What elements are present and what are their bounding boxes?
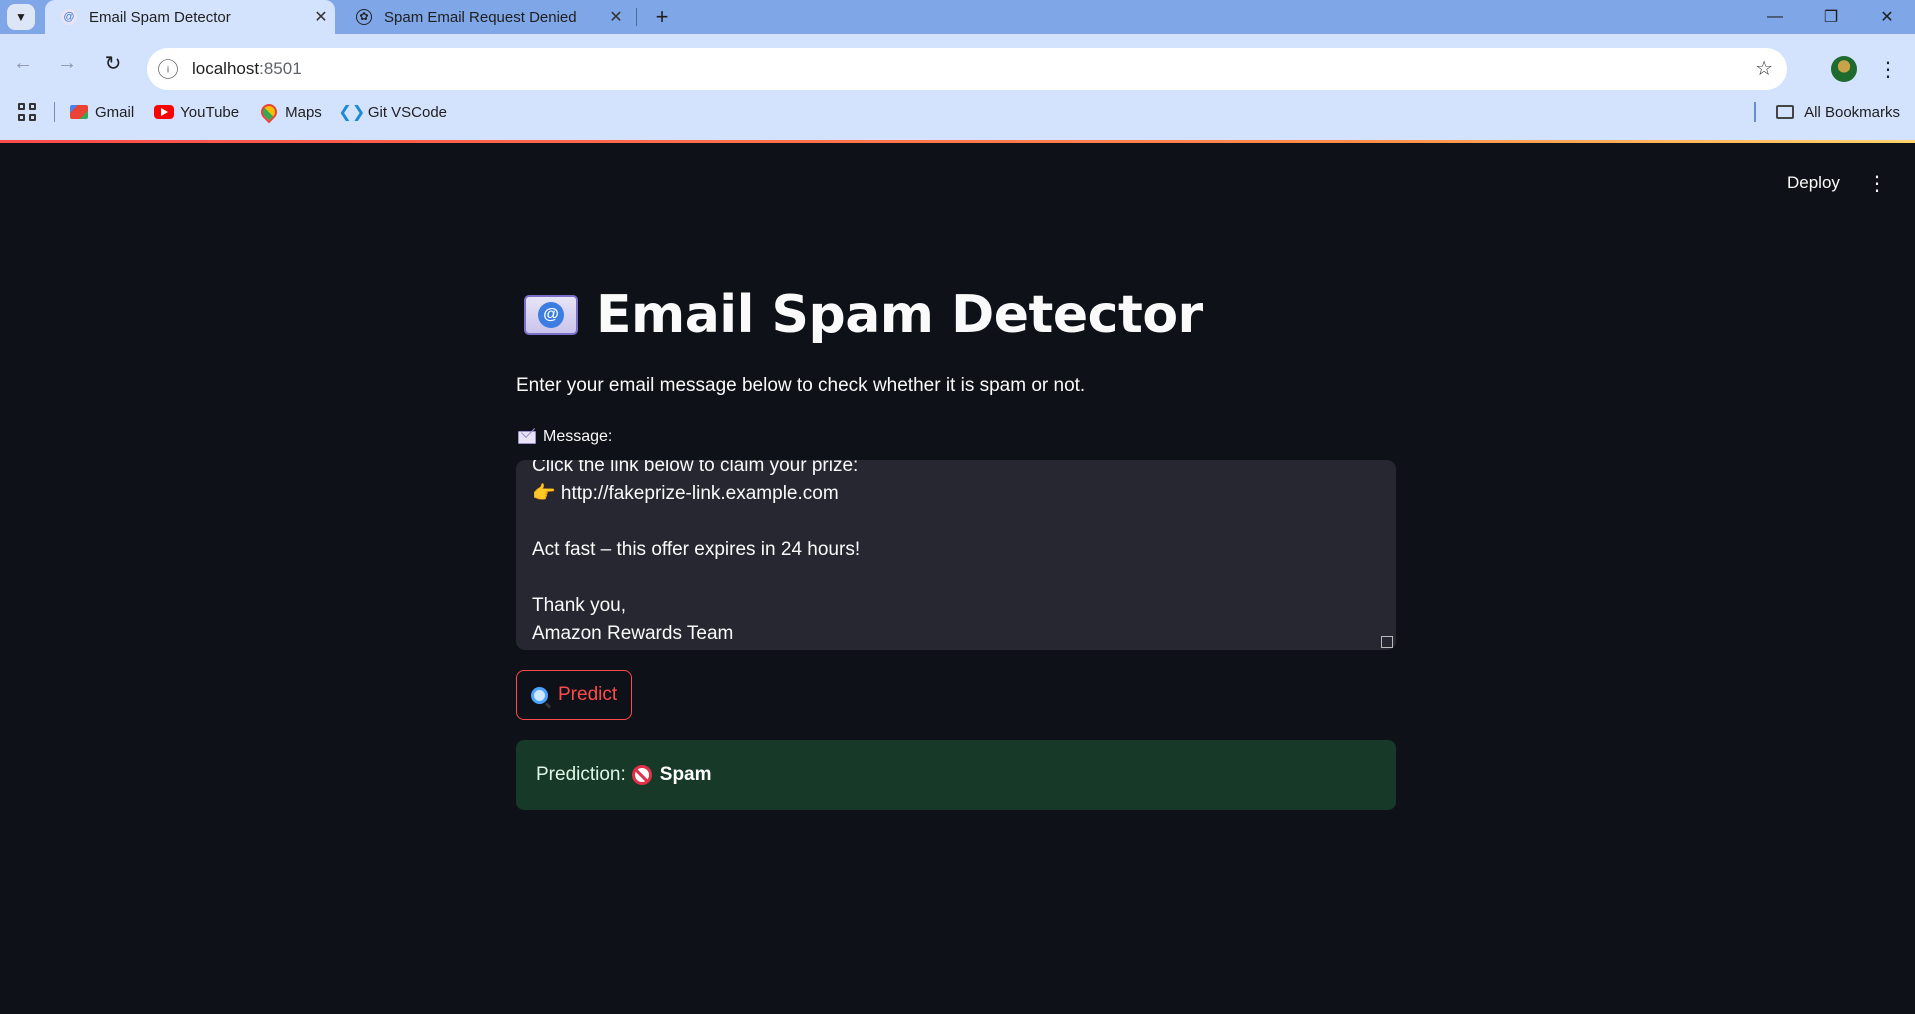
gmail-icon (70, 105, 88, 119)
chevron-down-icon: ▼ (15, 10, 27, 24)
new-tab-button[interactable]: + (648, 3, 676, 31)
browser-menu-icon[interactable]: ⋮ (1876, 54, 1900, 84)
tab-separator (636, 8, 637, 26)
streamlit-favicon-icon: @ (61, 9, 77, 25)
deploy-button[interactable]: Deploy (1775, 167, 1852, 199)
predict-button[interactable]: Predict (516, 670, 633, 720)
bookmark-youtube[interactable]: YouTube (154, 104, 239, 121)
address-bar[interactable]: i localhost:8501 ☆ (147, 48, 1787, 90)
bookmarks-separator (54, 102, 55, 122)
bookmark-label: YouTube (180, 103, 240, 121)
app-menu-icon[interactable]: ⋮ (1865, 167, 1889, 199)
prediction-result: Prediction: Spam (516, 740, 1396, 810)
bookmark-label: Gmail (95, 103, 135, 121)
tab-title: Email Spam Detector (89, 8, 231, 26)
site-info-icon[interactable]: i (158, 59, 178, 79)
bookmark-maps[interactable]: Maps (257, 100, 322, 124)
folder-icon (1776, 105, 1795, 119)
profile-avatar[interactable] (1831, 56, 1857, 82)
page-subtitle: Enter your email message below to check … (516, 375, 1086, 396)
minimize-icon[interactable]: — (1747, 0, 1803, 34)
all-bookmarks-label: All Bookmarks (1804, 103, 1900, 121)
bookmarks-bar: Gmail YouTube Maps ❮❯ Git VSCode All Boo… (0, 94, 1915, 130)
tab-title: Spam Email Request Denied (384, 8, 577, 26)
page-title: Email Spam Detector (596, 285, 1203, 345)
page-title-row: @ Email Spam Detector (524, 285, 1203, 345)
bookmark-git-vscode[interactable]: ❮❯ Git VSCode (338, 103, 448, 122)
tab-close-icon[interactable]: ✕ (307, 7, 335, 27)
tab-close-icon[interactable]: ✕ (602, 7, 630, 27)
app-container: Deploy ⋮ @ Email Spam Detector Enter you… (0, 143, 1915, 1014)
back-icon[interactable]: ← (6, 46, 40, 80)
email-icon: @ (524, 295, 578, 335)
url-text: localhost:8501 (192, 59, 302, 78)
browser-tabstrip: ▼ @ Email Spam Detector ✕ ✿ Spam Email R… (0, 0, 1915, 34)
close-window-icon[interactable]: ✕ (1859, 0, 1915, 34)
youtube-icon (154, 105, 175, 119)
forward-icon[interactable]: → (50, 46, 84, 80)
message-label: Message: (518, 428, 612, 446)
restore-icon[interactable]: ❐ (1803, 0, 1859, 34)
window-controls: — ❐ ✕ (1747, 0, 1915, 34)
browser-toolbar: ← → ↻ i localhost:8501 ☆ ⋮ Gmail YouTube… (0, 34, 1915, 140)
bookmarks-separator (1754, 102, 1757, 122)
bookmark-gmail[interactable]: Gmail (69, 104, 134, 121)
result-prefix: Prediction: (536, 764, 626, 785)
chatgpt-favicon-icon: ✿ (356, 9, 372, 25)
resize-handle-icon[interactable] (1381, 636, 1393, 648)
envelope-icon (518, 430, 536, 444)
tab-spam-email-request-denied[interactable]: ✿ Spam Email Request Denied ✕ (340, 0, 630, 34)
reload-icon[interactable]: ↻ (96, 46, 130, 80)
prohibited-icon (631, 765, 652, 785)
bookmark-star-icon[interactable]: ☆ (1755, 56, 1773, 81)
maps-icon (257, 100, 281, 124)
all-bookmarks[interactable]: All Bookmarks (1754, 94, 1900, 130)
bookmark-label: Git VSCode (367, 103, 448, 121)
message-textarea[interactable]: Click the link below to claim your prize… (516, 460, 1396, 650)
bookmark-label: Maps (285, 103, 322, 121)
result-value: Spam (659, 764, 712, 785)
apps-grid-icon[interactable] (18, 103, 36, 121)
message-text: Click the link below to claim your prize… (532, 460, 861, 644)
tab-search-button[interactable]: ▼ (7, 4, 35, 30)
magnifier-icon (531, 686, 548, 704)
vscode-icon: ❮❯ (338, 104, 366, 121)
tab-email-spam-detector[interactable]: @ Email Spam Detector ✕ (45, 0, 335, 34)
